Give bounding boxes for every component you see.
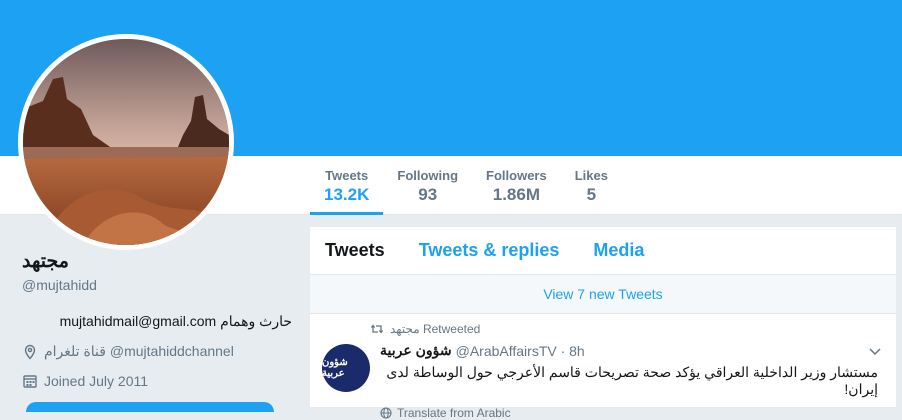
tweet-author-handle[interactable]: @ArabAffairsTV · 8h xyxy=(456,343,585,359)
stat-value: 13.2K xyxy=(324,185,370,204)
stat-tweets[interactable]: Tweets 13.2K xyxy=(310,156,384,215)
stat-label: Likes xyxy=(574,168,608,183)
tweet-author-avatar[interactable]: شؤون عربية xyxy=(322,344,370,392)
tweet[interactable]: مجتهد Retweeted شؤون عربية شؤون عربية @A… xyxy=(310,314,896,420)
tab-tweets[interactable]: Tweets xyxy=(325,240,385,261)
profile-location-text[interactable]: قناة تلغرام @mujtahiddchannel xyxy=(44,343,234,360)
retweet-context: مجتهد Retweeted xyxy=(370,322,884,336)
tweet-header: شؤون عربية @ArabAffairsTV · 8h xyxy=(380,342,884,359)
stat-label: Following xyxy=(397,168,459,183)
calendar-icon xyxy=(22,373,38,389)
retweeted-by-text[interactable]: مجتهد Retweeted xyxy=(390,322,480,336)
globe-icon xyxy=(380,407,392,419)
stat-likes[interactable]: Likes 5 xyxy=(561,156,622,214)
profile-avatar[interactable] xyxy=(18,34,234,250)
stat-value: 1.86M xyxy=(492,185,540,204)
tab-media[interactable]: Media xyxy=(593,240,644,261)
stat-label: Tweets xyxy=(325,168,369,183)
stat-value: 5 xyxy=(586,185,597,204)
tab-tweets-replies[interactable]: Tweets & replies xyxy=(419,240,560,261)
profile-location: قناة تلغرام @mujtahiddchannel xyxy=(22,343,292,360)
retweet-icon xyxy=(370,322,384,336)
timeline: Tweets Tweets & replies Media View 7 new… xyxy=(310,227,896,420)
chevron-down-icon[interactable] xyxy=(868,344,882,358)
profile-handle[interactable]: @mujtahidd xyxy=(22,277,292,293)
avatar-landscape-image xyxy=(23,39,229,245)
profile-joined: Joined July 2011 xyxy=(22,373,292,389)
tweet-author-name[interactable]: شؤون عربية xyxy=(380,342,452,359)
tweet-text: مستشار وزير الداخلية العراقي يؤكد صحة تص… xyxy=(386,364,878,397)
tweet-avatar-text: شؤون عربية xyxy=(322,357,348,379)
profile-bio: حارث وهمام mujtahidmail@gmail.com xyxy=(59,313,292,329)
stat-label: Followers xyxy=(486,168,547,183)
translate-link[interactable]: Translate from Arabic xyxy=(380,406,884,420)
profile-name[interactable]: مجتهد xyxy=(22,250,292,273)
stat-following[interactable]: Following 93 xyxy=(383,156,472,214)
location-pin-icon xyxy=(22,344,38,360)
profile-card: مجتهد @mujtahidd حارث وهمام mujtahidmail… xyxy=(22,250,292,389)
profile-joined-text: Joined July 2011 xyxy=(44,373,149,389)
stat-value: 93 xyxy=(418,185,438,204)
profile-stats: Tweets 13.2K Following 93 Followers 1.86… xyxy=(310,156,622,215)
translate-text[interactable]: Translate from Arabic xyxy=(397,406,511,420)
follow-button[interactable] xyxy=(26,402,274,412)
timeline-tabs: Tweets Tweets & replies Media xyxy=(310,227,896,275)
stat-followers[interactable]: Followers 1.86M xyxy=(472,156,561,214)
view-new-tweets-button[interactable]: View 7 new Tweets xyxy=(310,275,896,314)
